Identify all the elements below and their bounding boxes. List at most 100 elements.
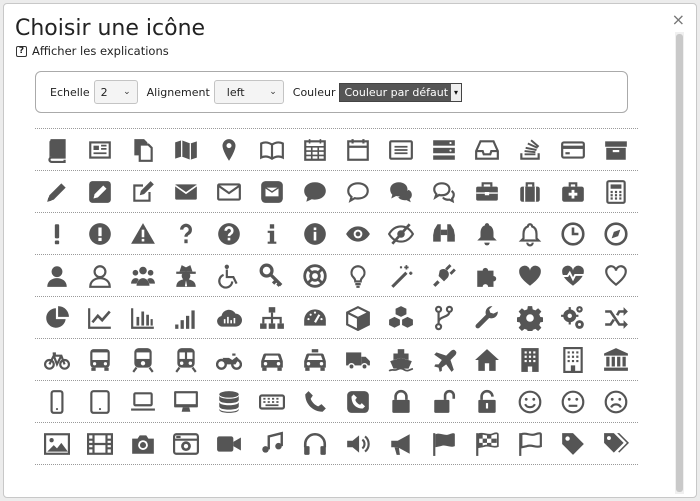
icon-option[interactable] xyxy=(35,381,78,423)
icon-option[interactable] xyxy=(551,423,594,465)
icon-option[interactable] xyxy=(551,171,594,213)
icon-option[interactable] xyxy=(35,423,78,465)
icon-option[interactable] xyxy=(35,297,78,339)
icon-option[interactable] xyxy=(293,213,336,255)
icon-option[interactable] xyxy=(207,213,250,255)
icon-option[interactable] xyxy=(594,339,637,381)
icon-option[interactable] xyxy=(465,339,508,381)
icon-option[interactable] xyxy=(35,129,78,171)
icon-option[interactable] xyxy=(207,339,250,381)
icon-option[interactable] xyxy=(379,381,422,423)
icon-option[interactable] xyxy=(336,339,379,381)
icon-option[interactable] xyxy=(78,381,121,423)
icon-option[interactable] xyxy=(121,423,164,465)
icon-option[interactable] xyxy=(551,129,594,171)
icon-option[interactable] xyxy=(293,339,336,381)
icon-option[interactable] xyxy=(594,213,637,255)
icon-option[interactable] xyxy=(121,129,164,171)
icon-option[interactable] xyxy=(551,381,594,423)
icon-option[interactable] xyxy=(35,255,78,297)
icon-option[interactable] xyxy=(207,129,250,171)
align-select[interactable]: left ⌄ xyxy=(213,80,284,104)
icon-option[interactable] xyxy=(594,255,637,297)
icon-option[interactable] xyxy=(336,381,379,423)
icon-option[interactable] xyxy=(594,381,637,423)
icon-option[interactable] xyxy=(465,129,508,171)
icon-option[interactable] xyxy=(250,171,293,213)
icon-option[interactable] xyxy=(508,423,551,465)
icon-option[interactable] xyxy=(164,423,207,465)
icon-option[interactable] xyxy=(465,213,508,255)
icon-option[interactable] xyxy=(121,339,164,381)
icon-option[interactable] xyxy=(164,171,207,213)
icon-option[interactable] xyxy=(207,297,250,339)
icon-option[interactable] xyxy=(508,213,551,255)
icon-option[interactable] xyxy=(465,423,508,465)
icon-option[interactable] xyxy=(379,339,422,381)
icon-option[interactable] xyxy=(336,297,379,339)
icon-option[interactable] xyxy=(379,171,422,213)
icon-option[interactable] xyxy=(207,255,250,297)
icon-option[interactable] xyxy=(164,129,207,171)
icon-option[interactable] xyxy=(250,339,293,381)
icon-option[interactable] xyxy=(336,171,379,213)
icon-option[interactable] xyxy=(379,213,422,255)
icon-option[interactable] xyxy=(422,213,465,255)
icon-option[interactable] xyxy=(465,255,508,297)
icon-option[interactable] xyxy=(250,423,293,465)
close-button[interactable]: × xyxy=(672,12,685,28)
icon-option[interactable] xyxy=(121,213,164,255)
icon-option[interactable] xyxy=(336,255,379,297)
icon-option[interactable] xyxy=(422,423,465,465)
icon-option[interactable] xyxy=(121,381,164,423)
icon-option[interactable] xyxy=(465,381,508,423)
icon-option[interactable] xyxy=(78,129,121,171)
icon-option[interactable] xyxy=(78,213,121,255)
icon-option[interactable] xyxy=(465,297,508,339)
icon-option[interactable] xyxy=(465,171,508,213)
icon-option[interactable] xyxy=(508,171,551,213)
icon-option[interactable] xyxy=(594,171,637,213)
icon-option[interactable] xyxy=(422,255,465,297)
icon-option[interactable] xyxy=(207,423,250,465)
icon-option[interactable] xyxy=(293,255,336,297)
icon-option[interactable] xyxy=(422,171,465,213)
icon-option[interactable] xyxy=(78,297,121,339)
icon-option[interactable] xyxy=(422,297,465,339)
icon-option[interactable] xyxy=(164,297,207,339)
icon-option[interactable] xyxy=(508,255,551,297)
icon-option[interactable] xyxy=(336,129,379,171)
icon-option[interactable] xyxy=(35,171,78,213)
icon-option[interactable] xyxy=(207,171,250,213)
icon-option[interactable] xyxy=(551,297,594,339)
icon-option[interactable] xyxy=(551,255,594,297)
icon-option[interactable] xyxy=(35,213,78,255)
icon-option[interactable] xyxy=(551,213,594,255)
icon-option[interactable] xyxy=(551,339,594,381)
icon-option[interactable] xyxy=(379,423,422,465)
icon-option[interactable] xyxy=(78,171,121,213)
icon-option[interactable] xyxy=(293,297,336,339)
icon-option[interactable] xyxy=(336,213,379,255)
help-link[interactable]: ? Afficher les explications xyxy=(16,44,169,58)
icon-option[interactable] xyxy=(250,129,293,171)
icon-option[interactable] xyxy=(78,339,121,381)
icon-option[interactable] xyxy=(508,381,551,423)
icon-option[interactable] xyxy=(422,339,465,381)
icon-option[interactable] xyxy=(164,381,207,423)
icon-option[interactable] xyxy=(508,297,551,339)
icon-option[interactable] xyxy=(121,171,164,213)
icon-option[interactable] xyxy=(422,381,465,423)
icon-option[interactable] xyxy=(422,129,465,171)
icon-option[interactable] xyxy=(379,129,422,171)
icon-option[interactable] xyxy=(508,339,551,381)
scale-select[interactable]: 2 ⌄ xyxy=(93,80,138,104)
icon-option[interactable] xyxy=(121,255,164,297)
icon-option[interactable] xyxy=(293,381,336,423)
color-select[interactable]: Couleur par défaut ▾ xyxy=(339,82,463,102)
icon-option[interactable] xyxy=(164,255,207,297)
icon-option[interactable] xyxy=(121,297,164,339)
icon-option[interactable] xyxy=(78,423,121,465)
icon-option[interactable] xyxy=(78,255,121,297)
icon-option[interactable] xyxy=(508,129,551,171)
